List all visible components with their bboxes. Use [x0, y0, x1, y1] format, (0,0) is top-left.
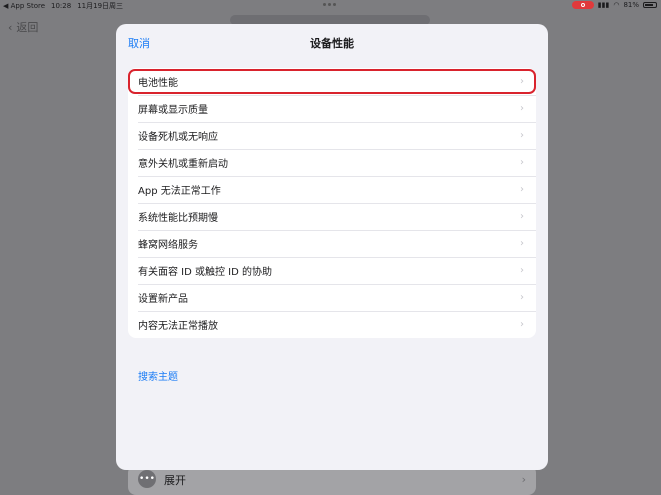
topic-label: 意外关机或重新启动: [138, 159, 228, 170]
chevron-right-icon: ›: [520, 184, 524, 195]
topic-label: 电池性能: [138, 78, 178, 89]
battery-percent: 81%: [623, 1, 639, 9]
signal-icon: ▮▮▮: [597, 1, 610, 9]
status-bar: ◀ App Store 10:28 11月19日周三 ▮▮▮ ◠ 81%: [0, 0, 661, 11]
more-icon: •••: [138, 470, 156, 488]
status-left: ◀ App Store 10:28 11月19日周三: [3, 1, 123, 11]
chevron-right-icon: ›: [520, 130, 524, 141]
multitasking-dots-icon[interactable]: [323, 3, 336, 6]
topic-row[interactable]: App 无法正常工作 ›: [128, 176, 536, 203]
topic-label: App 无法正常工作: [138, 186, 221, 197]
topic-label: 蜂窝网络服务: [138, 240, 198, 251]
topic-label: 有关面容 ID 或触控 ID 的协助: [138, 267, 273, 278]
chevron-right-icon: ›: [520, 157, 524, 168]
topic-row[interactable]: 系统性能比预期慢 ›: [128, 203, 536, 230]
topic-row[interactable]: 电池性能 ›: [128, 68, 536, 95]
sheet-header: 取消 设备性能: [116, 24, 548, 60]
back-label: 返回: [16, 21, 39, 34]
topic-label: 系统性能比预期慢: [138, 213, 218, 224]
expand-label: 展开: [164, 474, 186, 487]
topic-row[interactable]: 设备死机或无响应 ›: [128, 122, 536, 149]
status-time: 10:28: [51, 2, 72, 10]
chevron-right-icon: ›: [520, 103, 524, 114]
screen-recording-icon[interactable]: [571, 1, 594, 9]
chevron-right-icon: ›: [520, 265, 524, 276]
battery-icon: [643, 2, 657, 8]
chevron-right-icon: ›: [520, 292, 524, 303]
chevron-right-icon: ›: [520, 211, 524, 222]
topic-row[interactable]: 内容无法正常播放 ›: [128, 311, 536, 338]
topic-label: 设备死机或无响应: [138, 132, 218, 143]
topic-row[interactable]: 意外关机或重新启动 ›: [128, 149, 536, 176]
back-to-app-store[interactable]: ◀ App Store: [3, 2, 45, 10]
topic-row[interactable]: 设置新产品 ›: [128, 284, 536, 311]
chevron-left-icon: ‹: [8, 20, 13, 34]
search-topics-link[interactable]: 搜索主题: [138, 368, 178, 383]
chevron-right-icon: ›: [520, 238, 524, 249]
status-date: 11月19日周三: [77, 2, 124, 10]
sheet-title: 设备性能: [310, 37, 354, 50]
topic-row[interactable]: 屏幕或显示质量 ›: [128, 95, 536, 122]
wifi-icon: ◠: [613, 1, 620, 9]
chevron-right-icon: ›: [521, 473, 526, 486]
topic-label: 内容无法正常播放: [138, 321, 218, 332]
chevron-right-icon: ›: [520, 76, 524, 87]
topic-label: 设置新产品: [138, 294, 188, 305]
back-button[interactable]: ‹ 返回: [8, 19, 38, 35]
status-right: ▮▮▮ ◠ 81%: [571, 1, 657, 9]
topic-list: 电池性能 › 屏幕或显示质量 › 设备死机或无响应 › 意外关机或重新启动 › App 无法正常…: [128, 68, 536, 338]
chevron-right-icon: ›: [520, 319, 524, 330]
topic-label: 屏幕或显示质量: [138, 105, 208, 116]
topic-row[interactable]: 有关面容 ID 或触控 ID 的协助 ›: [128, 257, 536, 284]
topic-row[interactable]: 蜂窝网络服务 ›: [128, 230, 536, 257]
device-performance-sheet: 取消 设备性能 电池性能 › 屏幕或显示质量 › 设备死机或无响应 › 意外关机或重新启动 ›…: [116, 24, 548, 470]
